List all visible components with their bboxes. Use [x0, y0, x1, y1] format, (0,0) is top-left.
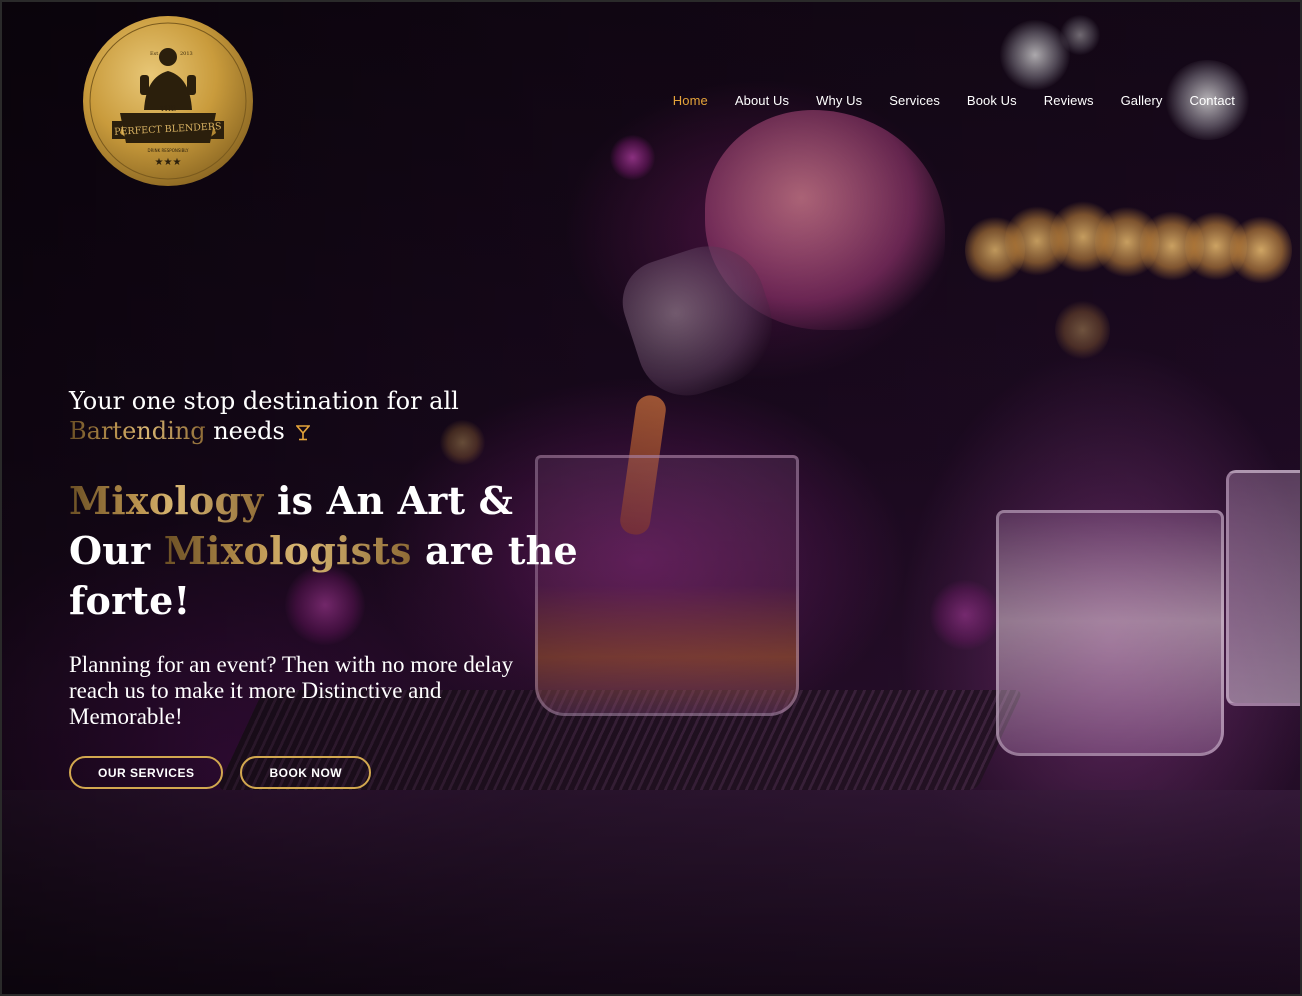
nav-reviews[interactable]: Reviews [1044, 93, 1094, 108]
hero-content: Your one stop destination for all Barten… [69, 386, 589, 789]
nav-about-us[interactable]: About Us [735, 93, 789, 108]
nav-book-us[interactable]: Book Us [967, 93, 1017, 108]
headline-part: Our [69, 528, 164, 573]
hero-buttons: OUR SERVICES BOOK NOW [69, 756, 589, 789]
headline-part: are the [411, 528, 578, 573]
hero-tagline: Your one stop destination for all Barten… [69, 386, 589, 446]
headline-highlight-mixology: Mixology [69, 478, 264, 523]
headline-part: is An Art & [263, 478, 514, 523]
cocktail-glass-icon [296, 424, 311, 440]
main-nav: Home About Us Why Us Services Book Us Re… [673, 93, 1235, 108]
tagline-end: needs [205, 417, 285, 445]
logo-motto: DRINK RESPONSIBLY [148, 148, 189, 153]
logo-year-text: 2013 [180, 51, 193, 57]
hero-subtext: Planning for an event? Then with no more… [69, 652, 514, 729]
nav-why-us[interactable]: Why Us [816, 93, 862, 108]
nav-home[interactable]: Home [673, 93, 708, 108]
logo-est-text: Est [150, 51, 158, 57]
nav-contact[interactable]: Contact [1189, 93, 1235, 108]
logo-small-text: THE [160, 105, 176, 113]
our-services-button[interactable]: OUR SERVICES [69, 756, 224, 789]
book-now-button[interactable]: BOOK NOW [240, 756, 372, 789]
nav-services[interactable]: Services [889, 93, 940, 108]
logo-stars: ★★★ [155, 157, 182, 168]
hero-section: Est 2013 THE PERFECT BLENDERS DRINK RESP… [0, 0, 1302, 996]
perfect-blenders-logo[interactable]: Est 2013 THE PERFECT BLENDERS DRINK RESP… [82, 15, 254, 187]
tagline-highlight: Bartending [69, 417, 206, 445]
tagline-line1: Your one stop destination for all [69, 387, 459, 415]
hero-headline: Mixology is An Art & Our Mixologists are… [69, 476, 589, 626]
headline-part: forte! [69, 578, 191, 623]
nav-gallery[interactable]: Gallery [1121, 93, 1163, 108]
headline-highlight-mixologists: Mixologists [163, 528, 412, 573]
